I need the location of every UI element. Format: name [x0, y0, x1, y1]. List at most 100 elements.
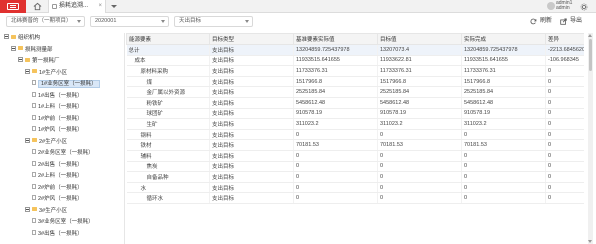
table-cell: 0 — [545, 182, 584, 194]
folder-icon — [18, 46, 23, 51]
table-cell: 辅料 — [126, 150, 210, 162]
tree-node-label: 1#上料（一损耗） — [38, 104, 83, 110]
collapse-icon[interactable] — [25, 206, 30, 212]
table-cell: 总计 — [126, 44, 210, 56]
app-logo[interactable] — [0, 0, 26, 13]
org-select[interactable]: 北纬赛普的（一期项目） — [6, 16, 85, 27]
tree-node-label: 1#生产小区 — [39, 69, 68, 76]
column-header[interactable]: 能源要素 — [126, 33, 210, 45]
table-row[interactable]: 自备品种 支出目标 0 0 0 0 — [126, 171, 584, 183]
table-row[interactable]: 原材料采购 支出目标 11733376.31 11733376.31 11733376.… — [126, 65, 584, 77]
tree-node[interactable]: 1#生产小区 — [25, 68, 67, 79]
table-row[interactable]: 铁材 支出目标 70181.53 70181.53 70181.53 0 — [126, 139, 584, 151]
table-cell: 成本 — [126, 55, 210, 67]
refresh-button[interactable]: 刷新 — [530, 16, 556, 27]
column-header[interactable]: 实际完成 — [461, 33, 546, 45]
refresh-icon — [530, 18, 537, 25]
vertical-scrollbar[interactable] — [588, 33, 593, 244]
tree-node[interactable]: 1#出售（一损耗） — [32, 91, 83, 102]
table-row[interactable]: 水支出目标 0 0 0 0 — [126, 182, 584, 194]
collapse-icon[interactable] — [25, 68, 30, 74]
home-icon[interactable] — [33, 2, 42, 11]
column-header[interactable]: 基准要素实际值 — [293, 33, 378, 45]
filter-bar: 北纬赛普的（一期项目） 2020001 天出目标 刷新 导出 — [0, 13, 596, 30]
table-row[interactable]: 成本 支出目标 11933515.641655 11933622.81 11933515… — [126, 55, 584, 67]
table-cell: 粉铁矿 — [126, 97, 210, 109]
user-info[interactable]: admin1 admin — [556, 1, 572, 11]
table-cell: 水 — [126, 182, 210, 194]
table-cell: 0 — [545, 171, 584, 183]
tree-node[interactable]: 1#炉风（一损耗） — [32, 125, 83, 136]
table-cell: 11733376.31 — [293, 65, 378, 77]
tree-node[interactable]: 组织机构 — [4, 33, 40, 44]
tree-node[interactable]: 第一损耗厂 — [18, 56, 60, 67]
table-cell: 支出目标 — [209, 161, 294, 173]
table-cell: 球团矿 — [126, 108, 210, 120]
tab-label: 损耗追溯... — [59, 3, 89, 9]
tree-node[interactable]: 3#业务区室（一损耗） — [32, 217, 94, 228]
tree-node[interactable]: 1#业务区室（一损耗） — [32, 79, 100, 90]
column-header[interactable]: 差异 — [545, 33, 584, 45]
table-row[interactable]: 辅料 支出目标 0 0 0 0 — [126, 150, 584, 162]
table-cell: 1517966.8 — [377, 76, 462, 88]
table-row[interactable]: 生矿 支出目标 311023.2 311023.2 311023.2 0 — [126, 118, 584, 130]
table-row[interactable]: 煤支出目标 1517966.8 1517966.8 1517966.8 0 — [126, 76, 584, 88]
table-cell: 13207073.4 — [377, 44, 462, 56]
tree-node[interactable]: 2#炉前（一损耗） — [32, 183, 83, 194]
collapse-icon[interactable] — [4, 34, 9, 40]
table-cell: 910578.19 — [377, 108, 462, 120]
collapse-icon[interactable] — [25, 137, 30, 143]
tree-node[interactable]: 3#出售（一损耗） — [32, 229, 83, 240]
table-cell: 0 — [293, 129, 378, 141]
table-cell: 0 — [377, 192, 462, 204]
tree-node[interactable]: 1#上料（一损耗） — [32, 102, 83, 113]
chevron-down-icon — [245, 20, 249, 23]
scroll-up-icon[interactable] — [588, 34, 592, 37]
table-cell: 1517966.8 — [293, 76, 378, 88]
tree-node[interactable]: 3#生产小区 — [25, 206, 67, 217]
table-cell: 生矿 — [126, 118, 210, 130]
settings-icon[interactable] — [580, 3, 588, 11]
column-header[interactable]: 目标类型 — [209, 33, 294, 45]
table-row[interactable]: 金厂属以外资源 支出目标 2525185.84 2525185.84 2525185.8… — [126, 86, 584, 98]
scroll-down-icon[interactable] — [588, 240, 592, 243]
table-cell: 0 — [461, 161, 546, 173]
table-cell: 原材料采购 — [126, 65, 210, 77]
export-icon — [560, 18, 567, 25]
category-select[interactable]: 天出目标 — [174, 16, 253, 27]
table-cell: 2525185.84 — [461, 86, 546, 98]
avatar[interactable] — [547, 2, 555, 10]
scrollbar-thumb[interactable] — [589, 39, 592, 71]
table-row[interactable]: 循环水 支出目标 0 0 0 0 — [126, 192, 584, 204]
table-cell: 0 — [293, 171, 378, 183]
table-row[interactable]: 总计 支出目标 13204859.725437978 13207073.4 132048… — [126, 44, 584, 56]
tree-node[interactable]: 2#上料（一损耗） — [32, 171, 83, 182]
tab-loss-trace[interactable]: 损耗追溯... × — [48, 0, 106, 13]
chevron-down-icon[interactable] — [111, 5, 117, 8]
table-row[interactable]: 焦炭 支出目标 0 0 0 0 — [126, 161, 584, 173]
tree-node[interactable]: 2#生产小区 — [25, 137, 67, 148]
collapse-icon[interactable] — [11, 45, 16, 51]
table-cell: 0 — [545, 65, 584, 77]
data-table: 能源要素 目标类型 基准要素实际值 目标值 实际完成 差异 总计 支出目标 13204859.… — [126, 33, 584, 204]
file-icon — [32, 183, 36, 189]
period-select[interactable]: 2020001 — [90, 16, 169, 27]
tree-node-label: 1#出售（一损耗） — [38, 92, 83, 99]
tree-node[interactable]: 2#业务区室（一损耗） — [32, 148, 94, 159]
table-row[interactable]: 球团矿 支出目标 910578.19 910578.19 910578.19 0 — [126, 108, 584, 120]
top-bar: 损耗追溯... × admin1 admin — [0, 0, 596, 13]
tree-node[interactable]: 2#出售（一损耗） — [32, 160, 83, 171]
table-row[interactable]: 粉铁矿 支出目标 5458612.48 5458612.48 5458612.48 0 — [126, 97, 584, 109]
table-row[interactable]: 钢料 支出目标 0 0 0 0 — [126, 129, 584, 141]
table-cell: 支出目标 — [209, 129, 294, 141]
table-cell: 0 — [461, 192, 546, 204]
tree-node[interactable]: 1#炉前（一损耗） — [32, 114, 83, 125]
column-header[interactable]: 目标值 — [377, 33, 462, 45]
table-cell: 钢料 — [126, 129, 210, 141]
folder-icon — [32, 207, 37, 212]
export-button[interactable]: 导出 — [560, 16, 586, 27]
tree-node[interactable]: 2#炉风（一损耗） — [32, 194, 83, 205]
close-icon[interactable]: × — [98, 0, 102, 13]
tree-node[interactable]: 损耗测量部 — [11, 45, 53, 56]
collapse-icon[interactable] — [18, 57, 23, 63]
